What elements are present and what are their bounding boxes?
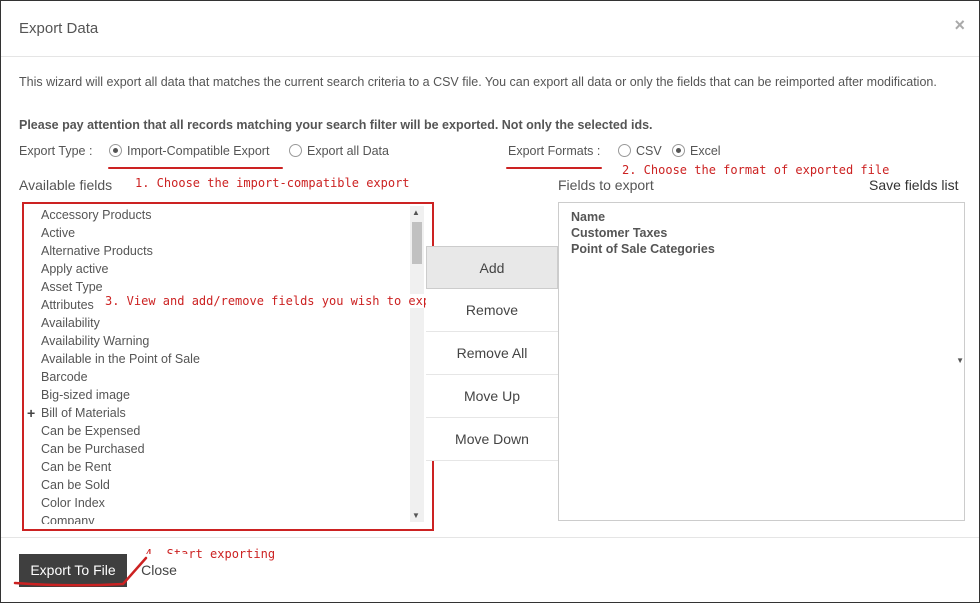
scrollbar[interactable]: ▲ ▼ bbox=[410, 206, 424, 522]
radio-unchecked-icon[interactable] bbox=[618, 144, 631, 157]
list-item[interactable]: Customer Taxes bbox=[559, 225, 715, 241]
dialog-title: Export Data bbox=[19, 20, 99, 37]
available-fields-list[interactable]: Accessory Products Active Alternative Pr… bbox=[27, 206, 413, 524]
available-fields-label: Available fields bbox=[19, 177, 113, 193]
footer-divider bbox=[1, 537, 979, 538]
list-item[interactable]: Availability Warning bbox=[27, 332, 413, 350]
list-item[interactable]: Can be Purchased bbox=[27, 440, 413, 458]
radio-export-all[interactable]: Export all Data bbox=[289, 144, 389, 158]
field-actions: Add Remove Remove All Move Up Move Down bbox=[426, 246, 558, 461]
list-item[interactable]: Accessory Products bbox=[27, 206, 413, 224]
annotation-underline bbox=[506, 167, 602, 169]
export-options-row: Export Type : Import-Compatible Export E… bbox=[19, 144, 979, 164]
annotation-step-3: 3. View and add/remove fields you wish t… bbox=[105, 294, 452, 308]
annotation-underline bbox=[108, 167, 283, 169]
available-fields-box: Accessory Products Active Alternative Pr… bbox=[22, 202, 434, 531]
warning-text: Please pay attention that all records ma… bbox=[19, 118, 653, 132]
remove-button[interactable]: Remove bbox=[426, 289, 558, 332]
remove-all-button[interactable]: Remove All bbox=[426, 332, 558, 375]
export-formats-label: Export Formats : bbox=[508, 144, 601, 158]
move-up-button[interactable]: Move Up bbox=[426, 375, 558, 418]
radio-checked-icon[interactable] bbox=[672, 144, 685, 157]
fields-to-export-label: Fields to export bbox=[558, 177, 654, 193]
export-type-label: Export Type : bbox=[19, 144, 93, 158]
list-item[interactable]: Alternative Products bbox=[27, 242, 413, 260]
scrollbar-thumb[interactable] bbox=[412, 222, 422, 264]
list-item[interactable]: Apply active bbox=[27, 260, 413, 278]
list-item[interactable]: Can be Sold bbox=[27, 476, 413, 494]
list-item[interactable]: Color Index bbox=[27, 494, 413, 512]
intro-text: This wizard will export all data that ma… bbox=[19, 75, 937, 89]
fields-to-export-list: Name Customer Taxes Point of Sale Catego… bbox=[559, 209, 715, 257]
radio-unchecked-icon[interactable] bbox=[289, 144, 302, 157]
plus-icon[interactable]: + bbox=[27, 404, 35, 422]
list-item[interactable]: Can be Rent bbox=[27, 458, 413, 476]
save-fields-list-link[interactable]: Save fields list bbox=[869, 177, 958, 193]
radio-label: Excel bbox=[690, 144, 721, 158]
radio-label: Export all Data bbox=[307, 144, 389, 158]
add-button[interactable]: Add bbox=[426, 246, 558, 289]
annotation-step-1: 1. Choose the import-compatible export bbox=[135, 176, 410, 190]
list-item[interactable]: Name bbox=[559, 209, 715, 225]
move-down-button[interactable]: Move Down bbox=[426, 418, 558, 461]
close-icon[interactable]: × bbox=[954, 15, 965, 36]
scroll-down-arrow-icon[interactable]: ▼ bbox=[412, 511, 420, 520]
chevron-down-icon[interactable]: ▼ bbox=[956, 356, 964, 365]
list-item[interactable]: Point of Sale Categories bbox=[559, 241, 715, 257]
export-dialog: Export Data × This wizard will export al… bbox=[0, 0, 980, 603]
list-item[interactable]: Available in the Point of Sale bbox=[27, 350, 413, 368]
radio-checked-icon[interactable] bbox=[109, 144, 122, 157]
dialog-header: Export Data × bbox=[1, 1, 979, 57]
fields-to-export-box[interactable]: Name Customer Taxes Point of Sale Catego… bbox=[558, 202, 965, 521]
list-item[interactable]: Active bbox=[27, 224, 413, 242]
list-item[interactable]: Barcode bbox=[27, 368, 413, 386]
radio-label: CSV bbox=[636, 144, 662, 158]
scroll-up-arrow-icon[interactable]: ▲ bbox=[412, 208, 420, 217]
radio-import-compatible[interactable]: Import-Compatible Export bbox=[109, 144, 269, 158]
list-item-label: Bill of Materials bbox=[41, 406, 126, 420]
list-item-expandable[interactable]: + Bill of Materials bbox=[27, 404, 413, 422]
list-item[interactable]: Can be Expensed bbox=[27, 422, 413, 440]
annotation-underline bbox=[13, 556, 148, 587]
radio-excel[interactable]: Excel bbox=[672, 144, 721, 158]
list-item[interactable]: Company bbox=[27, 512, 413, 524]
annotation-step-2: 2. Choose the format of exported file bbox=[622, 163, 890, 177]
list-item[interactable]: Availability bbox=[27, 314, 413, 332]
radio-label: Import-Compatible Export bbox=[127, 144, 270, 158]
list-item[interactable]: Big-sized image bbox=[27, 386, 413, 404]
radio-csv[interactable]: CSV bbox=[618, 144, 662, 158]
